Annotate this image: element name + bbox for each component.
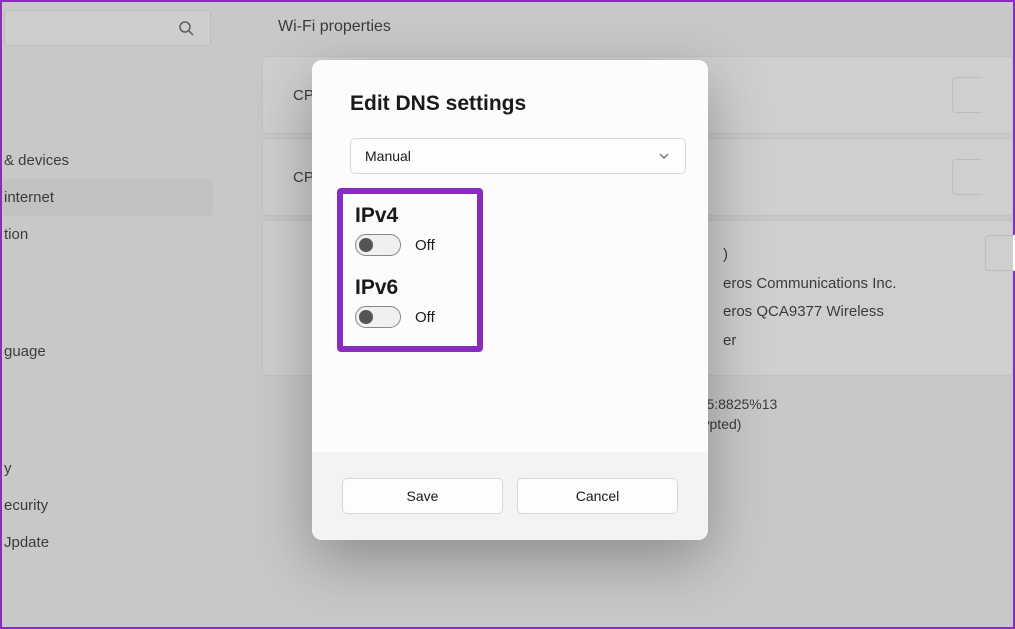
ipv4-group: IPv4 Off: [355, 204, 467, 256]
ipv6-label: IPv6: [355, 276, 467, 300]
chevron-down-icon: [657, 149, 671, 163]
ipv6-state: Off: [415, 309, 435, 326]
modal-title: Edit DNS settings: [350, 92, 678, 116]
modal-body: Edit DNS settings Manual IPv4 Off IPv6: [312, 60, 708, 452]
dns-mode-dropdown[interactable]: Manual: [350, 138, 686, 174]
toggle-knob: [359, 310, 373, 324]
edit-dns-modal: Edit DNS settings Manual IPv4 Off IPv6: [312, 60, 708, 540]
toggle-knob: [359, 238, 373, 252]
ipv4-toggle[interactable]: [355, 234, 401, 256]
annotation-highlight: IPv4 Off IPv6 Off: [337, 188, 483, 352]
cancel-button[interactable]: Cancel: [517, 478, 678, 514]
save-button[interactable]: Save: [342, 478, 503, 514]
ipv6-toggle[interactable]: [355, 306, 401, 328]
ipv4-state: Off: [415, 237, 435, 254]
modal-footer: Save Cancel: [312, 452, 708, 540]
dropdown-value: Manual: [365, 148, 411, 164]
ipv6-group: IPv6 Off: [355, 276, 467, 328]
ipv4-label: IPv4: [355, 204, 467, 228]
